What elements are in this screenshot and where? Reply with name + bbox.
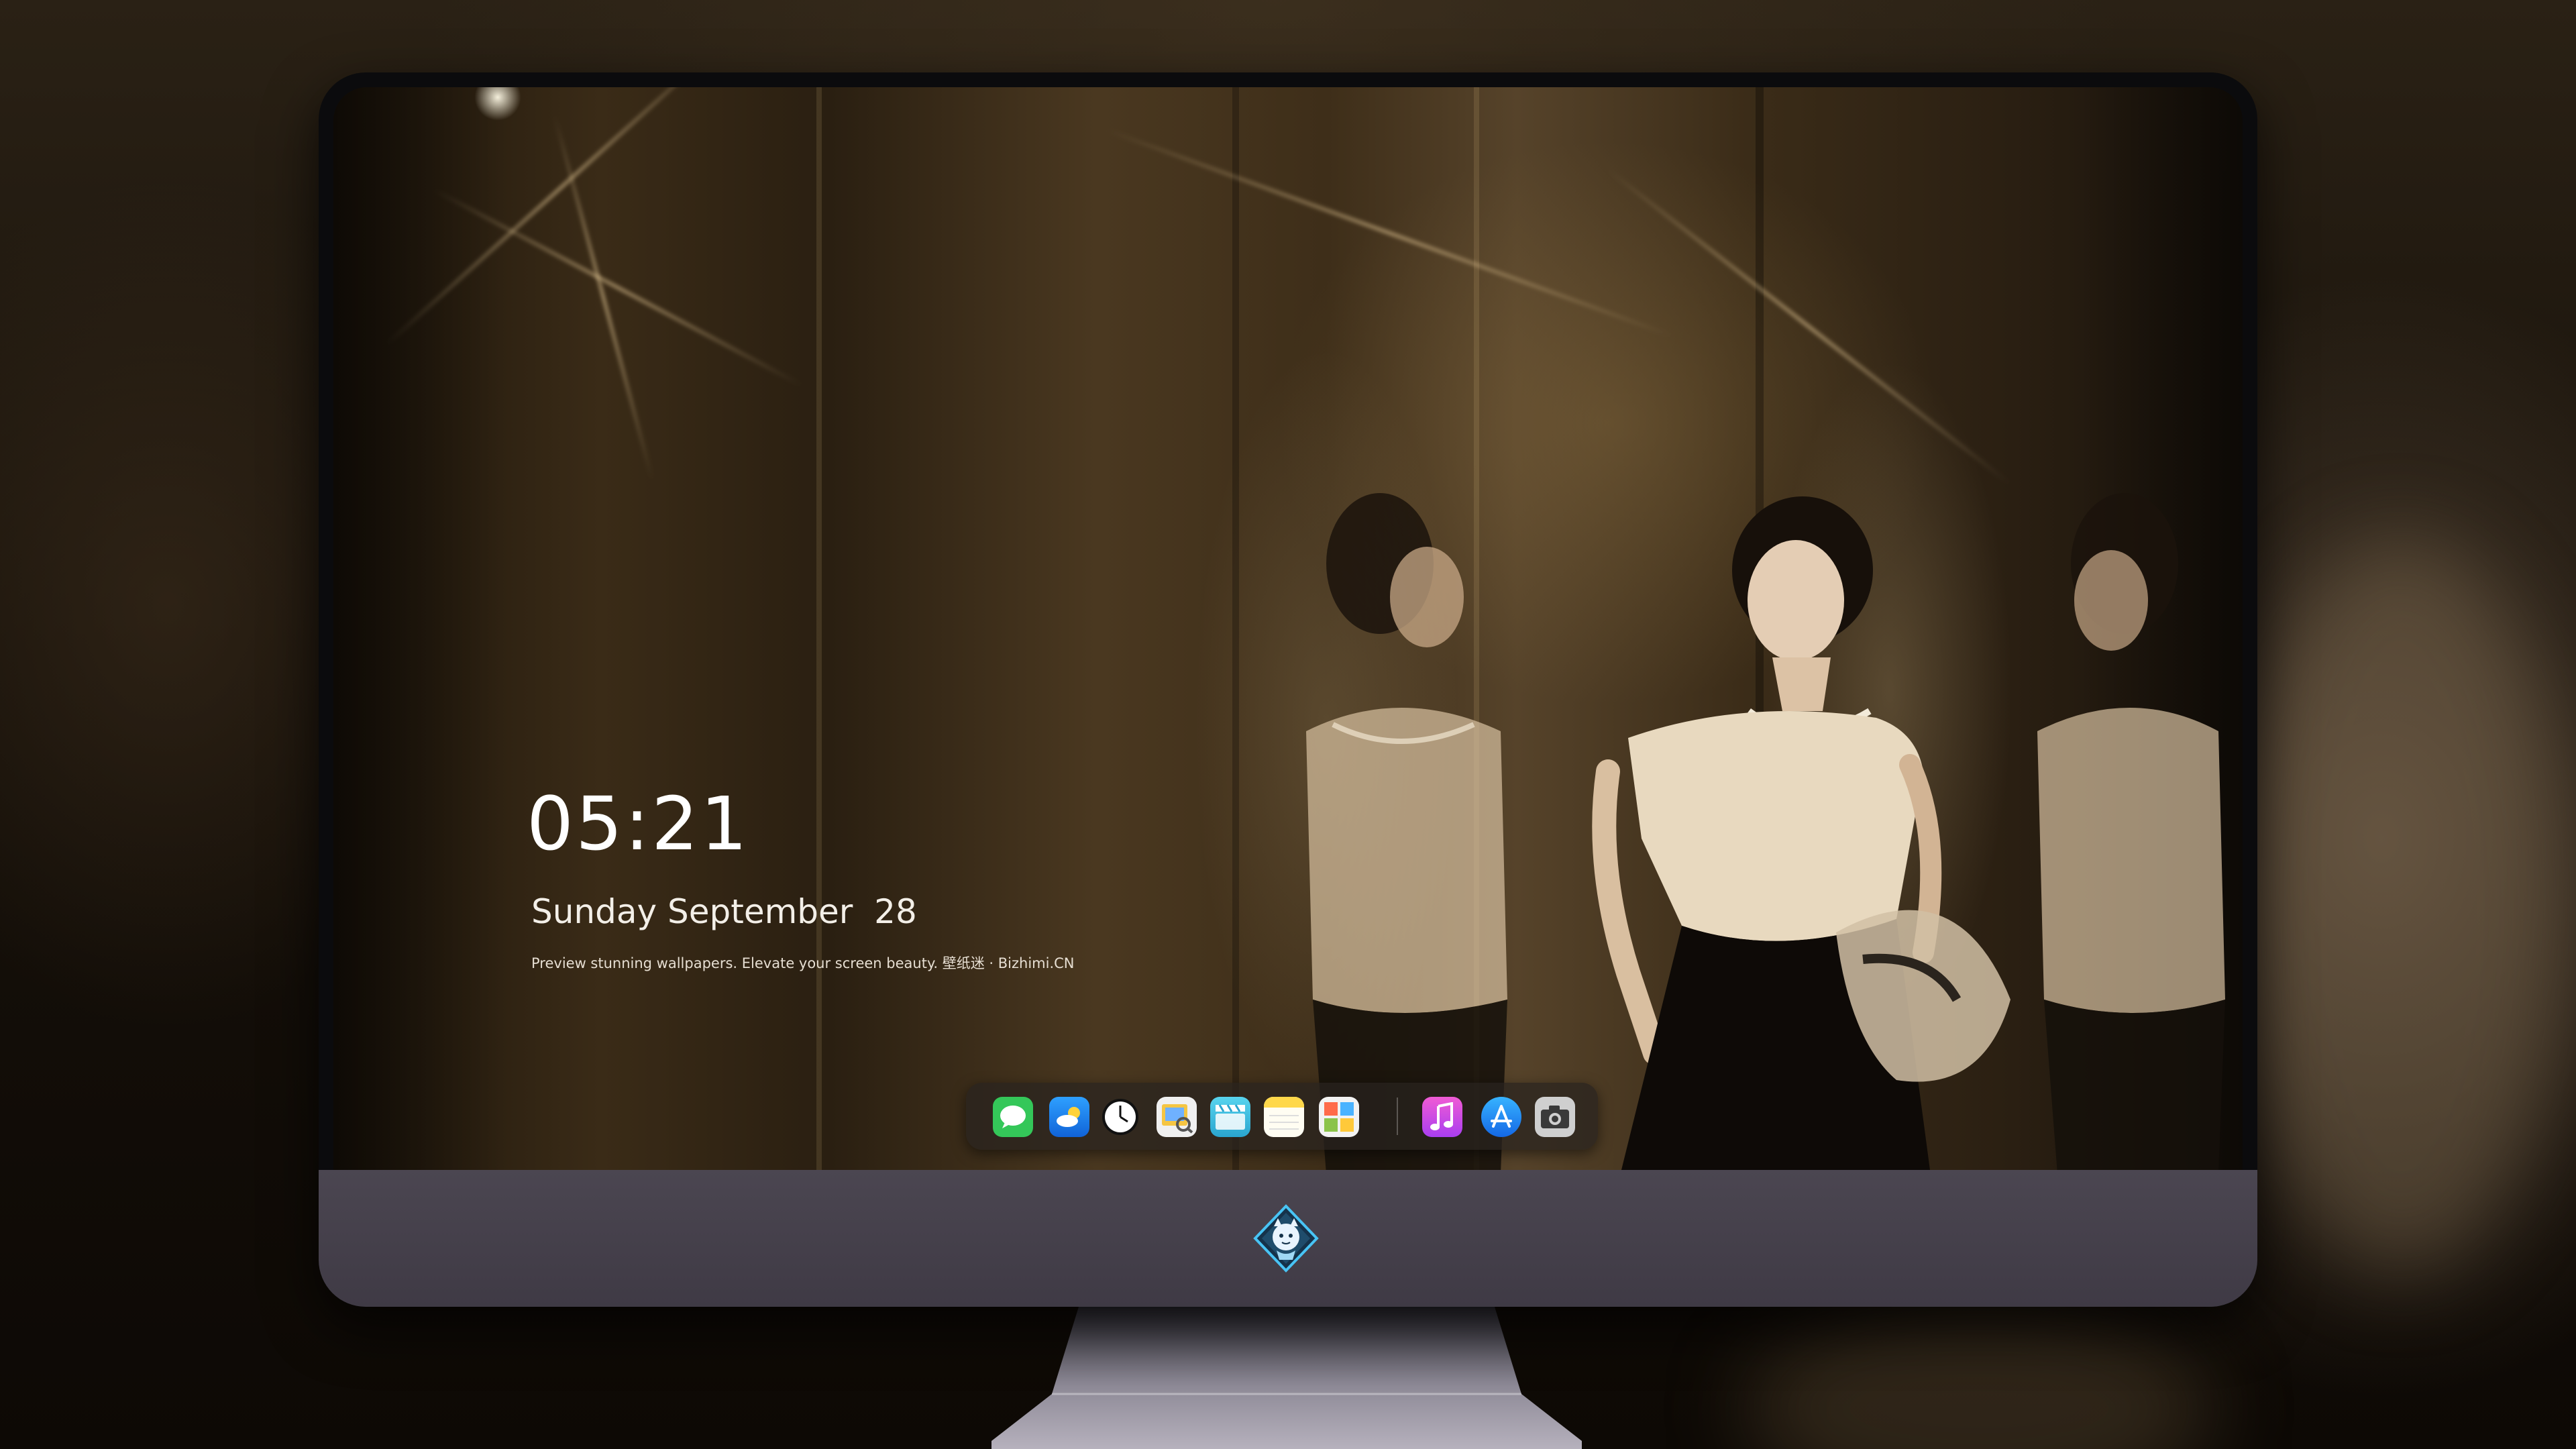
music-icon[interactable] [1422, 1097, 1462, 1137]
dock [966, 1083, 1598, 1150]
light-flare [1104, 127, 1673, 338]
wallpaper-reflection-left [1306, 493, 1507, 1170]
dock-separator [1397, 1097, 1398, 1135]
monitor: 05:21 Sunday September 28 Preview stunni… [319, 72, 2257, 1307]
wallpaper-shadow [333, 87, 508, 1170]
notes-icon[interactable] [1264, 1097, 1304, 1137]
background-blur-highlight [2234, 537, 2569, 1275]
lock-screen-date: Sunday September 28 [531, 892, 917, 931]
monitor-stand [991, 1307, 1582, 1449]
light-flare [1607, 168, 2011, 486]
app-store-icon[interactable] [1481, 1097, 1521, 1137]
messages-icon[interactable] [993, 1097, 1033, 1137]
lock-screen-time: 05:21 [527, 781, 750, 867]
wallpaper-reflection-right [2037, 493, 2225, 1170]
monitor-chin [319, 1170, 2257, 1307]
clock-icon[interactable] [1100, 1097, 1140, 1137]
camera-icon[interactable] [1535, 1097, 1575, 1137]
weather-icon[interactable] [1049, 1097, 1089, 1137]
preview-icon[interactable] [1157, 1097, 1197, 1137]
mascot-logo-icon [1253, 1204, 1319, 1273]
background-scene: 05:21 Sunday September 28 Preview stunni… [0, 0, 2576, 1449]
lock-screen-caption: Preview stunning wallpapers. Elevate you… [531, 955, 1075, 971]
wallpaper-wood-panel [1232, 87, 1239, 1170]
photo-booth-icon[interactable] [1319, 1097, 1359, 1137]
wallpaper-wood-panel [816, 87, 822, 1170]
clips-icon[interactable] [1210, 1097, 1250, 1137]
wallpaper-woman [1592, 496, 2010, 1170]
background-blur-glow [1744, 1308, 2214, 1449]
lock-screen[interactable]: 05:21 Sunday September 28 Preview stunni… [333, 87, 2243, 1170]
